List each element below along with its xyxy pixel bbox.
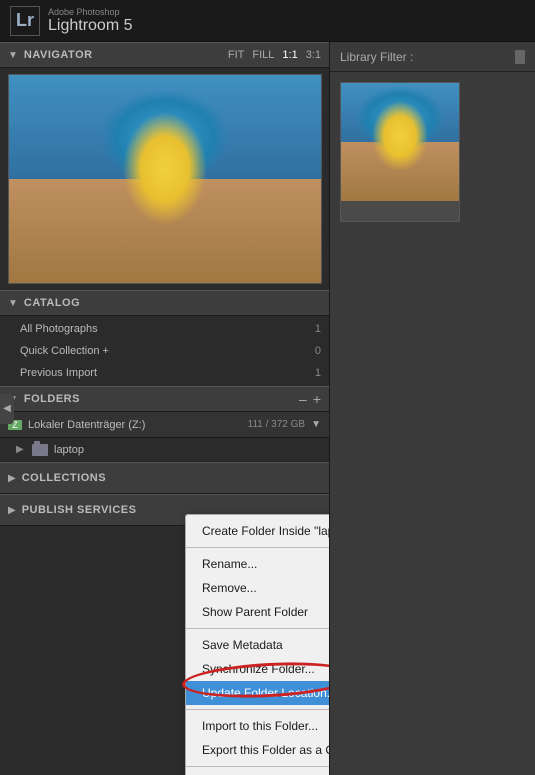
thumbnail-item[interactable] (340, 82, 460, 222)
folder-expand-icon[interactable]: ▶ (16, 444, 28, 455)
previous-import-label: Previous Import (20, 367, 315, 379)
title-text: Adobe Photoshop Lightroom 5 (48, 7, 133, 35)
navigator-preview (0, 68, 329, 290)
catalog-header[interactable]: ▼ Catalog (0, 290, 329, 316)
drive-size: 111 / 372 GB (248, 419, 305, 430)
all-photographs-label: All Photographs (20, 323, 315, 335)
publish-services-triangle: ▶ (8, 505, 16, 516)
context-menu: Create Folder Inside "laptop"... Rename.… (185, 514, 330, 775)
adobe-label: Adobe Photoshop (48, 7, 133, 17)
thumbnail-image-content (341, 83, 459, 201)
menu-separator-3 (186, 709, 330, 710)
catalog-quick-collection[interactable]: Quick Collection + 0 (0, 340, 329, 362)
folders-header[interactable]: ▼ Folders – + (0, 386, 329, 412)
navigator-image (8, 74, 322, 284)
menu-item-remove[interactable]: Remove... (186, 576, 330, 600)
library-filter-bar: Library Filter : (330, 42, 535, 72)
title-bar: Lr Adobe Photoshop Lightroom 5 (0, 0, 535, 42)
menu-item-update-location[interactable]: Update Folder Location... (186, 681, 330, 705)
all-photographs-count: 1 (315, 323, 321, 335)
left-panel: ◀ ▼ Navigator FIT FILL 1:1 3:1 ▼ (0, 42, 330, 775)
catalog-all-photographs[interactable]: All Photographs 1 (0, 318, 329, 340)
panel-collapse-arrow[interactable]: ◀ (0, 394, 14, 424)
right-content (330, 72, 535, 232)
navigator-image-content (9, 75, 321, 283)
collections-triangle: ▶ (8, 473, 16, 484)
zoom-fill[interactable]: FILL (252, 49, 274, 61)
catalog-title: Catalog (24, 297, 321, 309)
collections-title: Collections (22, 472, 321, 484)
folders-minus[interactable]: – (299, 391, 307, 407)
navigator-zoom-controls: FIT FILL 1:1 3:1 (228, 49, 321, 61)
zoom-1-1[interactable]: 1:1 (282, 49, 297, 61)
collections-section[interactable]: ▶ Collections (0, 462, 329, 494)
thumbnail-image (341, 83, 459, 201)
drive-row[interactable]: Z Lokaler Datenträger (Z:) 111 / 372 GB … (0, 412, 329, 438)
menu-item-export-catalog[interactable]: Export this Folder as a Catalog... (186, 738, 330, 762)
catalog-rows: All Photographs 1 Quick Collection + 0 P… (0, 316, 329, 386)
folder-label: laptop (54, 444, 84, 456)
menu-item-save-metadata[interactable]: Save Metadata (186, 633, 330, 657)
menu-item-rename[interactable]: Rename... (186, 552, 330, 576)
navigator-header[interactable]: ▼ Navigator FIT FILL 1:1 3:1 (0, 42, 329, 68)
drive-arrow: ▼ (311, 419, 321, 430)
menu-separator-2 (186, 628, 330, 629)
menu-item-show-explorer[interactable]: Show in Explorer (186, 771, 330, 775)
drive-label: Lokaler Datenträger (Z:) (28, 419, 248, 431)
right-panel: Library Filter : (330, 42, 535, 775)
navigator-triangle: ▼ (8, 50, 18, 61)
lr-logo: Lr (10, 6, 40, 36)
filter-pin[interactable] (515, 50, 525, 64)
app-name: Lightroom 5 (48, 17, 133, 35)
menu-item-synchronize[interactable]: Synchronize Folder... (186, 657, 330, 681)
folder-icon (32, 444, 48, 456)
menu-item-import-folder[interactable]: Import to this Folder... (186, 714, 330, 738)
menu-separator-1 (186, 547, 330, 548)
previous-import-count: 1 (315, 367, 321, 379)
quick-collection-count: 0 (315, 345, 321, 357)
folders-controls: – + (299, 391, 321, 407)
menu-item-show-parent[interactable]: Show Parent Folder (186, 600, 330, 624)
folders-title: Folders (24, 393, 299, 405)
zoom-3-1[interactable]: 3:1 (306, 49, 321, 61)
folders-plus[interactable]: + (313, 391, 321, 407)
quick-collection-label: Quick Collection + (20, 345, 315, 357)
zoom-fit[interactable]: FIT (228, 49, 245, 61)
catalog-triangle: ▼ (8, 298, 18, 309)
menu-separator-4 (186, 766, 330, 767)
navigator-section: ▼ Navigator FIT FILL 1:1 3:1 (0, 42, 329, 290)
catalog-previous-import[interactable]: Previous Import 1 (0, 362, 329, 384)
menu-item-create-folder[interactable]: Create Folder Inside "laptop"... (186, 519, 330, 543)
folder-laptop-row[interactable]: ▶ laptop (0, 438, 329, 462)
navigator-title: Navigator (24, 49, 228, 61)
main-layout: ◀ ▼ Navigator FIT FILL 1:1 3:1 ▼ (0, 42, 535, 775)
library-filter-label: Library Filter : (340, 50, 413, 64)
